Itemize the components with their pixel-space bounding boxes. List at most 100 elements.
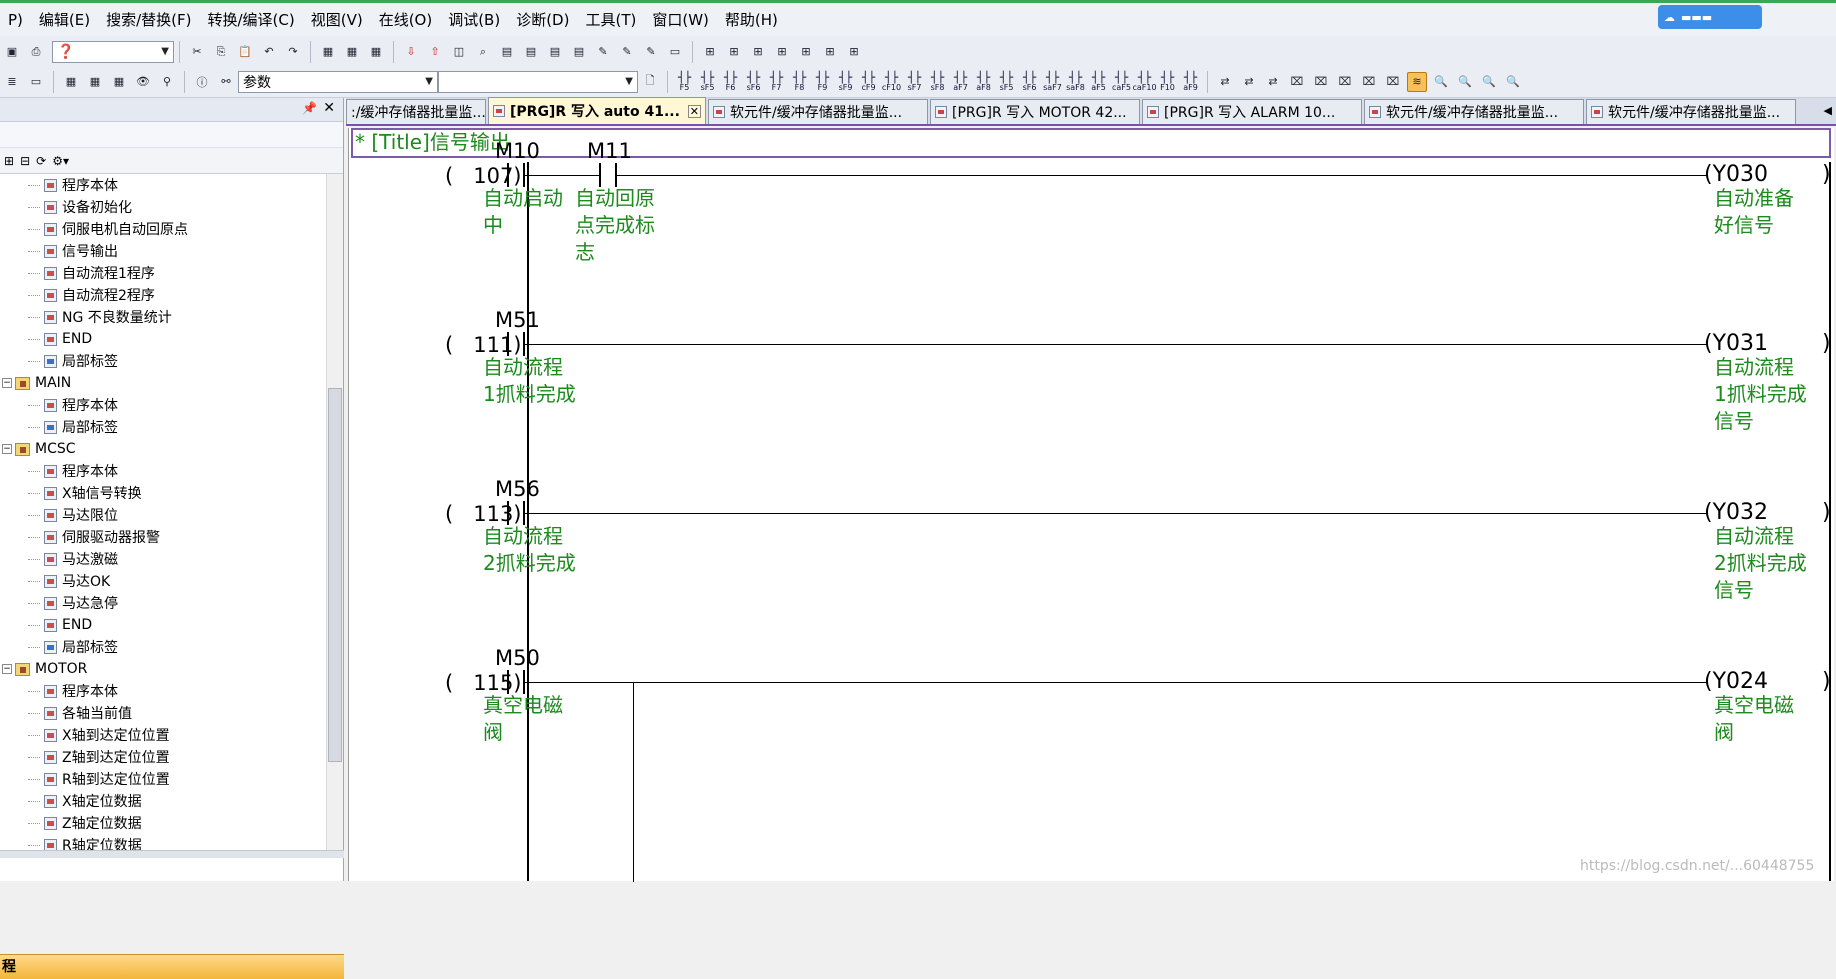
copy-icon[interactable]: ⎘ bbox=[211, 42, 231, 62]
ladder-editor[interactable]: * [Title]信号输出 ( 107) M10 自动启动中 M11 自动回原 点完成标志… bbox=[348, 128, 1834, 882]
ladder-icon[interactable]: ⊞ bbox=[844, 42, 864, 62]
tree-item[interactable]: X轴到达定位位置 bbox=[0, 724, 325, 746]
menu-item[interactable]: P) bbox=[0, 5, 31, 35]
document-icon[interactable]: 🗋 bbox=[640, 72, 660, 92]
output-coil[interactable]: (Y030 bbox=[1704, 163, 1768, 187]
zoom-icon[interactable]: 🔍 bbox=[1455, 72, 1475, 92]
monitor-icon[interactable]: ▤ bbox=[497, 42, 517, 62]
menu-item[interactable]: 编辑(E) bbox=[31, 5, 98, 35]
paste-icon[interactable]: 📋 bbox=[235, 42, 255, 62]
menu-item[interactable]: 窗口(W) bbox=[644, 5, 717, 35]
ladder-icon[interactable]: ⊞ bbox=[700, 42, 720, 62]
tree-item[interactable]: 程序本体 bbox=[0, 460, 325, 482]
output-coil[interactable]: (Y024 bbox=[1704, 670, 1768, 694]
output-coil[interactable]: (Y032 bbox=[1704, 501, 1768, 525]
menu-item[interactable]: 搜索/替换(F) bbox=[98, 5, 199, 35]
convert-icon[interactable]: ⇄ bbox=[1215, 72, 1235, 92]
redo-icon[interactable]: ↷ bbox=[283, 42, 303, 62]
parameter-combo[interactable]: 参数 ▼ bbox=[238, 70, 438, 93]
scrollbar-thumb[interactable] bbox=[328, 388, 342, 762]
monitor-icon[interactable]: ▤ bbox=[521, 42, 541, 62]
document-tab[interactable]: [PRG]R 写入 ALARM 10... bbox=[1142, 99, 1362, 124]
ladder-key-button[interactable]: ┤├ aF9 bbox=[1180, 71, 1201, 92]
ladder-key-button[interactable]: ┤├ sF9 bbox=[835, 71, 856, 92]
tree-item[interactable]: − MCSC bbox=[0, 438, 325, 460]
ladder-key-button[interactable]: ┤├ F7 bbox=[766, 71, 787, 92]
document-tab[interactable]: [PRG]R 写入 MOTOR 42... bbox=[930, 99, 1140, 124]
document-tab[interactable]: :/缓冲存储器批量监... bbox=[346, 99, 486, 124]
tree-item[interactable]: 局部标签 bbox=[0, 350, 325, 372]
normally-open-contact[interactable] bbox=[507, 163, 525, 187]
monitor-icon[interactable]: ▤ bbox=[545, 42, 565, 62]
zoom-icon[interactable]: 🔍 bbox=[1503, 72, 1523, 92]
document-tab[interactable]: [PRG]R 写入 auto 41... ✕ bbox=[488, 97, 706, 124]
tree-scrollbar[interactable] bbox=[326, 174, 343, 850]
menu-item[interactable]: 帮助(H) bbox=[717, 5, 786, 35]
pin-icon[interactable]: 📌 bbox=[302, 101, 317, 115]
edit-icon[interactable]: ✎ bbox=[593, 42, 613, 62]
cloud-sync-badge[interactable]: ☁ ▬▬▬ bbox=[1658, 5, 1762, 29]
stamp-icon[interactable]: ⌧ bbox=[1383, 72, 1403, 92]
stamp-icon[interactable]: ⌧ bbox=[1335, 72, 1355, 92]
tree-item[interactable]: Z轴到达定位位置 bbox=[0, 746, 325, 768]
ladder-key-button[interactable]: ┤├ aF8 bbox=[973, 71, 994, 92]
ladder-key-button[interactable]: ┤├ F8 bbox=[789, 71, 810, 92]
ladder-key-button[interactable]: ┤├ cF9 bbox=[858, 71, 879, 92]
window-icon[interactable]: ▭ bbox=[665, 42, 685, 62]
collapse-icon[interactable]: − bbox=[2, 378, 12, 388]
ladder-key-button[interactable]: ┤├ sF6 bbox=[1019, 71, 1040, 92]
ladder-key-button[interactable]: ┤├ F5 bbox=[674, 71, 695, 92]
comment-display-icon[interactable]: ≋ bbox=[1407, 71, 1427, 92]
collapse-icon[interactable]: − bbox=[2, 444, 12, 454]
ladder-key-button[interactable]: ┤├ caF5 bbox=[1111, 71, 1132, 92]
tree-item[interactable]: R轴定位数据 bbox=[0, 834, 325, 850]
device-icon[interactable]: ▦ bbox=[342, 42, 362, 62]
ladder-icon[interactable]: ⊞ bbox=[748, 42, 768, 62]
ladder-key-button[interactable]: ┤├ aF5 bbox=[1088, 71, 1109, 92]
tree-item[interactable]: 程序本体 bbox=[0, 680, 325, 702]
normally-open-contact[interactable] bbox=[507, 501, 525, 525]
help-combo[interactable]: ❓ ▼ bbox=[52, 40, 174, 63]
window-icon[interactable]: ▭ bbox=[26, 72, 46, 92]
ladder-icon[interactable]: ⊞ bbox=[724, 42, 744, 62]
filter-icon[interactable]: ⚲ bbox=[157, 72, 177, 92]
ladder-icon[interactable]: ⊞ bbox=[772, 42, 792, 62]
zoom-icon[interactable]: 🔍 bbox=[1431, 72, 1451, 92]
tree-item[interactable]: 设备初始化 bbox=[0, 196, 325, 218]
menu-item[interactable]: 转换/编译(C) bbox=[199, 5, 302, 35]
tree-item[interactable]: 程序本体 bbox=[0, 394, 325, 416]
menu-item[interactable]: 工具(T) bbox=[577, 5, 644, 35]
tree-item[interactable]: 信号输出 bbox=[0, 240, 325, 262]
menu-item[interactable]: 诊断(D) bbox=[508, 5, 577, 35]
tree-item[interactable]: 各轴当前值 bbox=[0, 702, 325, 724]
info-icon[interactable]: ⓘ bbox=[192, 72, 212, 92]
device-icon[interactable]: ▦ bbox=[85, 72, 105, 92]
ladder-key-button[interactable]: ┤├ caF10 bbox=[1132, 71, 1156, 92]
collapse-icon[interactable]: ⊟ bbox=[20, 154, 30, 168]
list-icon[interactable]: ≣ bbox=[2, 72, 22, 92]
pane-footer-tab[interactable]: 程 bbox=[0, 954, 344, 979]
stamp-icon[interactable]: ⌧ bbox=[1287, 72, 1307, 92]
ladder-key-button[interactable]: ┤├ saF7 bbox=[1042, 71, 1063, 92]
ladder-key-button[interactable]: ┤├ aF7 bbox=[950, 71, 971, 92]
ladder-key-button[interactable]: ┤├ cF10 bbox=[881, 71, 902, 92]
tree-item[interactable]: 伺服驱动器报警 bbox=[0, 526, 325, 548]
edit-icon[interactable]: ✎ bbox=[617, 42, 637, 62]
normally-open-contact[interactable] bbox=[507, 332, 525, 356]
tree-item[interactable]: − MOTOR bbox=[0, 658, 325, 680]
tree-item[interactable]: R轴到达定位位置 bbox=[0, 768, 325, 790]
convert-icon[interactable]: ⇄ bbox=[1239, 72, 1259, 92]
undo-icon[interactable]: ↶ bbox=[259, 42, 279, 62]
close-icon[interactable]: ✕ bbox=[323, 100, 335, 116]
ladder-key-button[interactable]: ┤├ sF7 bbox=[904, 71, 925, 92]
print-icon[interactable]: ⎙ bbox=[26, 42, 46, 62]
tree-item[interactable]: 自动流程2程序 bbox=[0, 284, 325, 306]
normally-open-contact[interactable] bbox=[599, 163, 617, 187]
zoom-icon[interactable]: 🔍 bbox=[1479, 72, 1499, 92]
edit-icon[interactable]: ✎ bbox=[641, 42, 661, 62]
stamp-icon[interactable]: ⌧ bbox=[1359, 72, 1379, 92]
device-icon[interactable]: ▦ bbox=[366, 42, 386, 62]
document-tab[interactable]: 软元件/缓冲存储器批量监... bbox=[1586, 99, 1796, 124]
ladder-key-button[interactable]: ┤├ sF5 bbox=[697, 71, 718, 92]
tree-item[interactable]: END bbox=[0, 328, 325, 350]
